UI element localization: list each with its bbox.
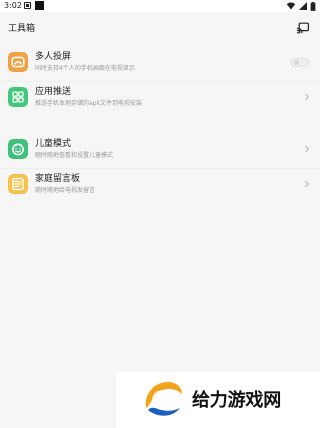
chevron-right-icon	[305, 145, 309, 153]
wifi-icon	[286, 2, 296, 10]
tool-row-multi-cast[interactable]: 多人投屏 同时支持4个人的手机画面在电视显示	[0, 47, 320, 81]
message-board-tile	[8, 174, 28, 194]
tool-row-app-push[interactable]: 应用推送 推送手机本地存储的apk文件到电视安装	[0, 82, 320, 116]
chevron-right-icon	[305, 180, 309, 188]
watermark: 给力游戏网	[116, 372, 320, 428]
row-title: 应用推送	[35, 87, 72, 97]
watermark-text: 给力游戏网	[192, 390, 281, 411]
row-description: 同时支持4个人的手机画面在电视显示	[35, 65, 135, 72]
square-icon	[35, 1, 44, 10]
status-time: 3:02	[4, 1, 22, 10]
signal-icon	[299, 2, 307, 10]
tool-row-message-board[interactable]: 家庭留言板 随时随地给电视发留言	[0, 169, 320, 203]
row-description: 推送手机本地存储的apk文件到电视安装	[35, 100, 142, 107]
cast-icon	[296, 22, 309, 34]
row-title: 多人投屏	[35, 52, 72, 62]
app-screen: 3:02 工具箱 多人投屏 同时支持4个人的手机画面在电视显示 应用推送 推送手…	[0, 0, 320, 428]
toggle-knob	[294, 60, 299, 65]
kids-mode-tile	[8, 139, 28, 159]
row-title: 家庭留言板	[35, 174, 81, 184]
tool-section-1: 多人投屏 同时支持4个人的手机画面在电视显示 应用推送 推送手机本地存储的apk…	[0, 47, 320, 124]
multi-cast-toggle[interactable]	[290, 58, 310, 67]
page-title: 工具箱	[8, 24, 36, 34]
app-push-tile	[8, 87, 28, 107]
multi-cast-tile	[8, 52, 28, 72]
notification-icon	[24, 2, 31, 9]
message-board-icon	[8, 174, 28, 194]
chevron-right-icon	[305, 93, 309, 101]
row-description: 随时随地给电视发留言	[35, 187, 96, 194]
watermark-logo-icon	[139, 377, 185, 423]
kids-mode-icon	[8, 139, 28, 159]
row-title: 儿童模式	[35, 139, 72, 149]
status-right-icons	[286, 1, 316, 11]
row-description: 随时随地查看和设置儿童模式	[35, 152, 114, 159]
battery-icon	[310, 1, 316, 11]
status-bar: 3:02	[0, 0, 320, 12]
tool-row-kids-mode[interactable]: 儿童模式 随时随地查看和设置儿童模式	[0, 134, 320, 168]
cast-button[interactable]	[296, 20, 310, 34]
tool-section-2: 儿童模式 随时随地查看和设置儿童模式 家庭留言板 随时随地给电视发留言	[0, 134, 320, 204]
multi-cast-icon	[8, 52, 28, 72]
app-push-icon	[8, 87, 28, 107]
app-bar: 工具箱	[0, 12, 320, 46]
